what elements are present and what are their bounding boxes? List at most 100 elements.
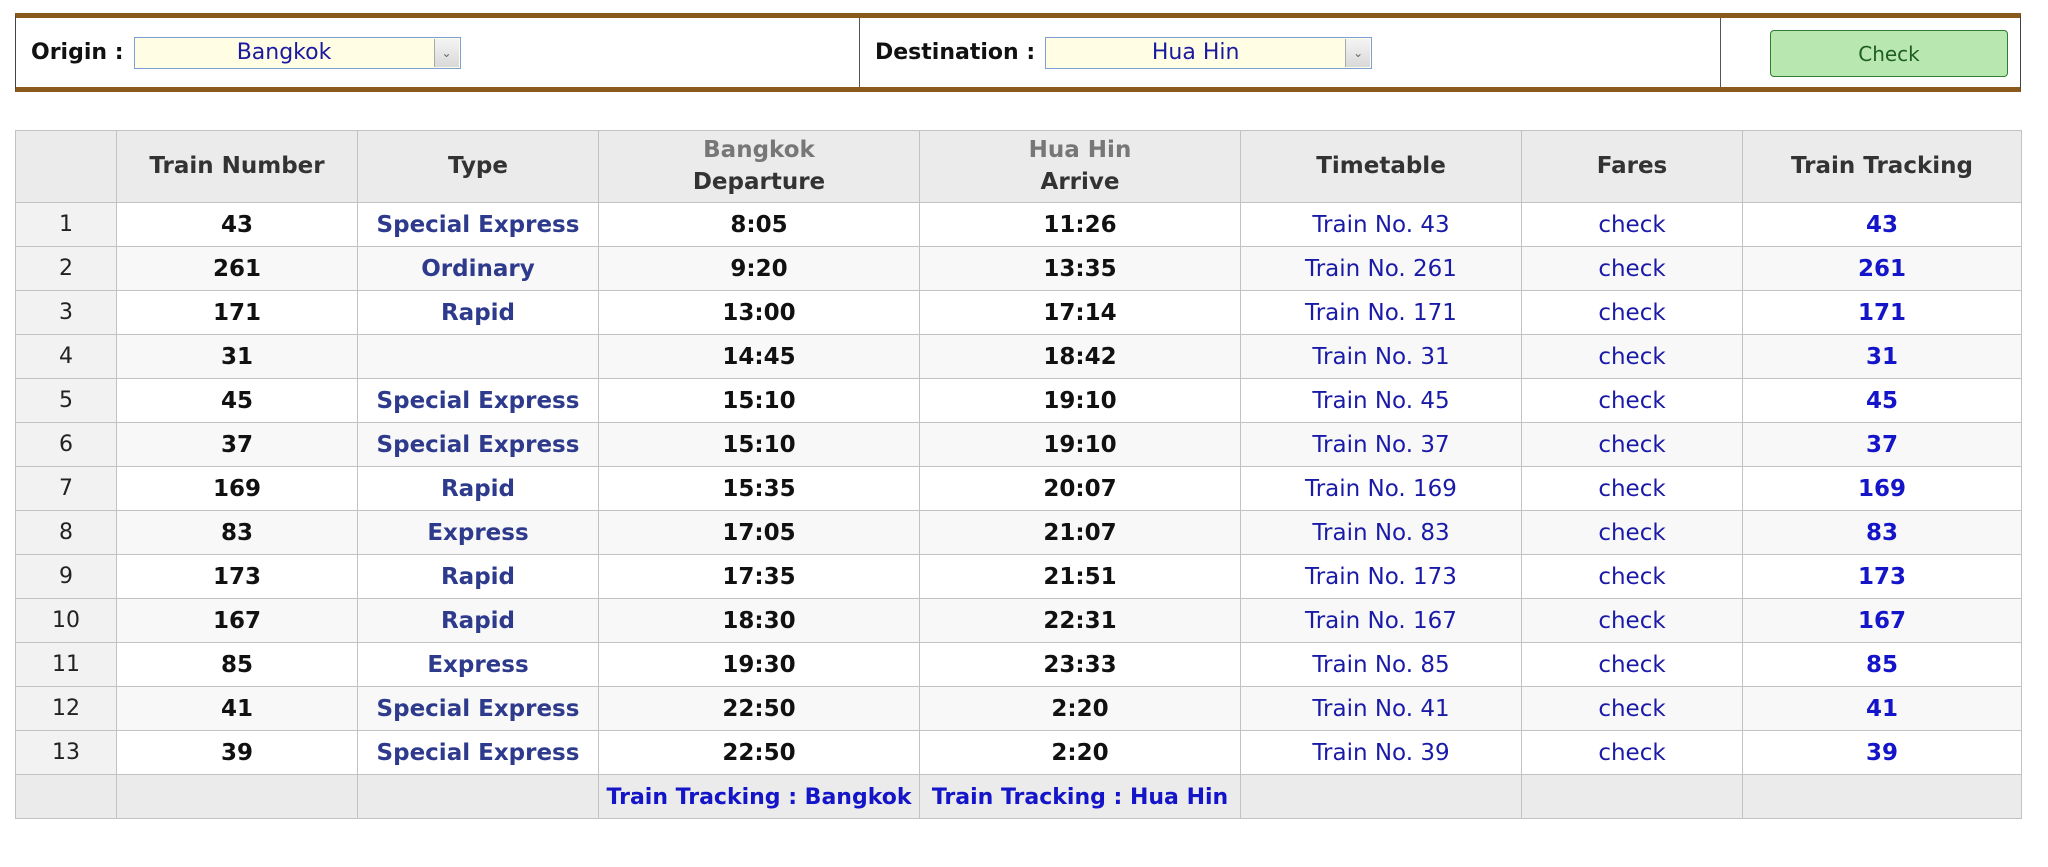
departure-time-cell: 15:35: [598, 466, 920, 511]
train-tracking-link-cell: 85: [1742, 642, 2022, 687]
departure-time-cell: 19:30: [598, 642, 920, 687]
destination-select[interactable]: Hua Hin ⌄: [1045, 36, 1373, 69]
train-type-cell: Rapid: [357, 598, 599, 643]
timetable-link[interactable]: Train No. 167: [1305, 608, 1457, 634]
train-tracking-link-cell: 171: [1742, 290, 2022, 335]
fares-check-link[interactable]: check: [1598, 696, 1665, 722]
train-type-cell: Special Express: [357, 422, 599, 467]
train-tracking-link[interactable]: 45: [1866, 388, 1898, 414]
arrival-time-cell: 19:10: [919, 378, 1241, 423]
fares-check-link-cell: check: [1521, 554, 1743, 599]
train-tracking-link[interactable]: 39: [1866, 740, 1898, 766]
departure-time-cell: 8:05: [598, 202, 920, 247]
destination-group: Destination : Hua Hin ⌄: [875, 18, 1373, 87]
timetable-link[interactable]: Train No. 173: [1305, 564, 1457, 590]
chevron-down-icon[interactable]: ⌄: [1345, 38, 1371, 67]
arrival-time-cell: 23:33: [919, 642, 1241, 687]
arrival-time-cell: 2:20: [919, 686, 1241, 731]
train-number-cell: 173: [116, 554, 358, 599]
row-index: 11: [15, 642, 117, 687]
departure-time-cell: 22:50: [598, 686, 920, 731]
train-number: 31: [220, 343, 253, 370]
row-index: 5: [15, 378, 117, 423]
origin-select[interactable]: Bangkok ⌄: [133, 36, 461, 69]
departure-time: 8:05: [730, 211, 788, 238]
fares-check-link[interactable]: check: [1598, 564, 1665, 590]
train-tracking-link-cell: 37: [1742, 422, 2022, 467]
train-tracking-link[interactable]: 167: [1858, 608, 1906, 634]
fares-check-link[interactable]: check: [1598, 476, 1665, 502]
timetable-link[interactable]: Train No. 43: [1312, 212, 1449, 238]
table-row: 7 169 Rapid 15:35 20:07 Train No. 169 check 169: [15, 466, 2022, 511]
check-button[interactable]: Check: [1770, 30, 2008, 77]
timetable-link[interactable]: Train No. 83: [1312, 520, 1449, 546]
fares-check-link[interactable]: check: [1598, 212, 1665, 238]
table-row: 13 39 Special Express 22:50 2:20 Train No. 39…: [15, 730, 2022, 775]
table-row: 8 83 Express 17:05 21:07 Train No. 83 check 83: [15, 510, 2022, 555]
fares-check-link-cell: check: [1521, 290, 1743, 335]
timetable-link[interactable]: Train No. 169: [1305, 476, 1457, 502]
timetable-link[interactable]: Train No. 85: [1312, 652, 1449, 678]
fares-check-link-cell: check: [1521, 730, 1743, 775]
timetable-link[interactable]: Train No. 45: [1312, 388, 1449, 414]
header-arrive: Hua Hin Arrive: [919, 130, 1241, 203]
fares-check-link-cell: check: [1521, 466, 1743, 511]
fares-check-link[interactable]: check: [1598, 388, 1665, 414]
table-row: 9 173 Rapid 17:35 21:51 Train No. 173 check 173: [15, 554, 2022, 599]
train-tracking-link[interactable]: 85: [1866, 652, 1898, 678]
train-tracking-link[interactable]: 83: [1866, 520, 1898, 546]
fares-check-link[interactable]: check: [1598, 256, 1665, 282]
timetable-link[interactable]: Train No. 171: [1305, 300, 1457, 326]
train-tracking-link[interactable]: 31: [1866, 344, 1898, 370]
fares-check-link[interactable]: check: [1598, 300, 1665, 326]
timetable-link-cell: Train No. 39: [1240, 730, 1522, 775]
footer-cell: [116, 774, 358, 819]
train-type-cell: Rapid: [357, 466, 599, 511]
departure-time-cell: 13:00: [598, 290, 920, 335]
timetable-link[interactable]: Train No. 37: [1312, 432, 1449, 458]
train-tracking-link[interactable]: 37: [1866, 432, 1898, 458]
timetable-link[interactable]: Train No. 261: [1305, 256, 1457, 282]
fares-check-link[interactable]: check: [1598, 608, 1665, 634]
departure-time: 19:30: [722, 651, 796, 678]
fares-check-link-cell: check: [1521, 598, 1743, 643]
train-tracking-link[interactable]: 169: [1858, 476, 1906, 502]
departure-time: 15:10: [722, 431, 796, 458]
departure-time-cell: 18:30: [598, 598, 920, 643]
row-index: 4: [15, 334, 117, 379]
header-departure-label: Departure: [692, 168, 826, 195]
fares-check-link-cell: check: [1521, 334, 1743, 379]
fares-check-link[interactable]: check: [1598, 432, 1665, 458]
arrival-time: 19:10: [1043, 431, 1117, 458]
arrival-time-cell: 20:07: [919, 466, 1241, 511]
train-tracking-origin-link[interactable]: Train Tracking : Bangkok: [607, 785, 912, 810]
fares-check-link[interactable]: check: [1598, 520, 1665, 546]
arrival-time-cell: 18:42: [919, 334, 1241, 379]
fares-check-link[interactable]: check: [1598, 344, 1665, 370]
chevron-down-icon[interactable]: ⌄: [433, 38, 459, 67]
timetable-link[interactable]: Train No. 31: [1312, 344, 1449, 370]
fares-check-link[interactable]: check: [1598, 652, 1665, 678]
timetable-link[interactable]: Train No. 41: [1312, 696, 1449, 722]
table-row: 5 45 Special Express 15:10 19:10 Train No. 45…: [15, 378, 2022, 423]
header-type: Type: [357, 130, 599, 203]
train-tracking-destination-link[interactable]: Train Tracking : Hua Hin: [932, 785, 1228, 810]
train-tracking-link[interactable]: 43: [1866, 212, 1898, 238]
arrival-time: 13:35: [1043, 255, 1117, 282]
train-tracking-link[interactable]: 173: [1858, 564, 1906, 590]
table-footer-row: Train Tracking : Bangkok Train Tracking …: [15, 774, 2022, 819]
arrival-time: 17:14: [1043, 299, 1117, 326]
train-tracking-link[interactable]: 41: [1866, 696, 1898, 722]
timetable-link[interactable]: Train No. 39: [1312, 740, 1449, 766]
departure-time: 15:35: [722, 475, 796, 502]
train-type-cell: Special Express: [357, 730, 599, 775]
fares-check-link-cell: check: [1521, 686, 1743, 731]
timetable-link-cell: Train No. 83: [1240, 510, 1522, 555]
arrival-time: 23:33: [1043, 651, 1117, 678]
arrival-time-cell: 17:14: [919, 290, 1241, 335]
arrival-time-cell: 21:51: [919, 554, 1241, 599]
train-tracking-link[interactable]: 171: [1858, 300, 1906, 326]
train-tracking-link[interactable]: 261: [1858, 256, 1906, 282]
header-departure: Bangkok Departure: [598, 130, 920, 203]
fares-check-link[interactable]: check: [1598, 740, 1665, 766]
